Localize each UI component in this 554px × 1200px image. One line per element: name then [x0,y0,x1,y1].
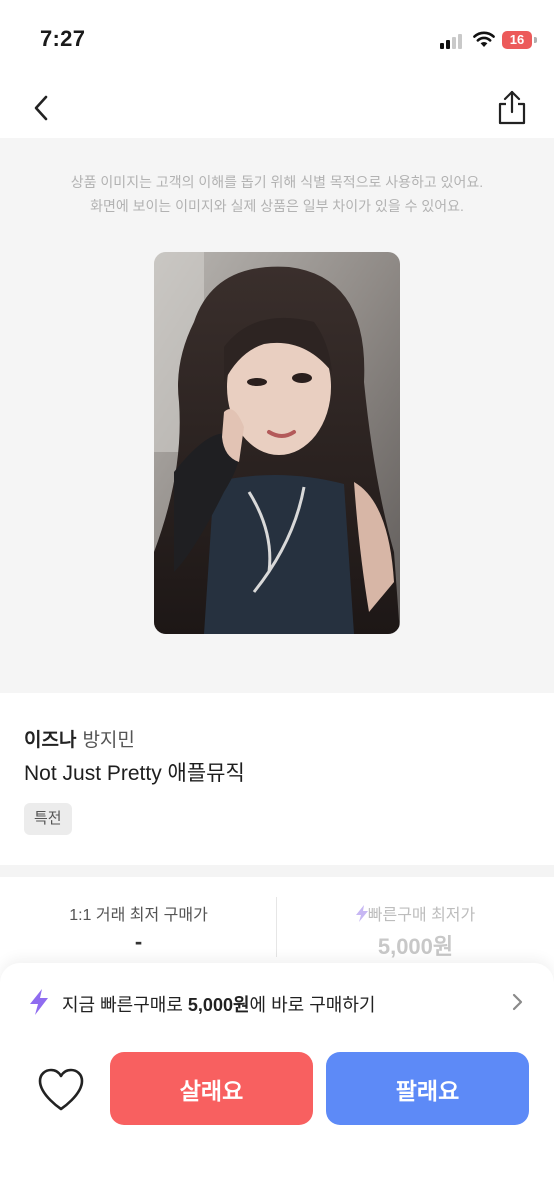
buy-button[interactable]: 살래요 [110,1052,313,1125]
status-bar: 7:27 16 [0,0,554,80]
price-summary: 1:1 거래 최저 구매가 - 빠른구매 최저가 5,000원 [0,877,554,967]
section-divider [0,865,554,877]
image-notice-line-2: 화면에 보이는 이미지와 실제 상품은 일부 차이가 있을 수 있어요. [90,198,464,214]
battery-level: 16 [509,32,525,47]
share-icon [498,90,526,125]
share-button[interactable] [494,88,530,128]
member-name: 방지민 [82,730,135,751]
heart-icon [38,1068,84,1111]
quick-price-label: 빠른구매 최저가 [367,907,476,924]
back-button[interactable] [24,90,60,126]
battery-cap [534,37,537,43]
quick-buy-amount: 5,000원 [187,995,250,1015]
bottom-action-sheet: 지금 빠른구매로 5,000원에 바로 구매하기 살래요 팔래요 [0,963,554,1200]
product-info: 이즈나 방지민 Not Just Pretty 애플뮤직 특전 [0,693,554,865]
cellular-signal-icon [440,33,466,49]
product-image-area: 상품 이미지는 고객의 이해를 돕기 위해 식별 목적으로 사용하고 있어요. … [0,138,554,693]
product-tag: 특전 [24,803,72,835]
image-notice-line-1: 상품 이미지는 고객의 이해를 돕기 위해 식별 목적으로 사용하고 있어요. [70,174,484,190]
quick-buy-banner[interactable]: 지금 빠른구매로 5,000원에 바로 구매하기 [0,977,554,1027]
direct-price-label: 1:1 거래 최저 구매가 [69,907,208,924]
battery-icon: 16 [502,31,532,49]
photocard-illustration [154,252,400,634]
status-time: 7:27 [40,26,86,51]
nav-header [0,80,554,138]
lightning-icon [30,989,48,1015]
quick-buy-prefix: 지금 빠른구매로 [62,995,188,1015]
quick-buy-text: 지금 빠른구매로 5,000원에 바로 구매하기 [62,991,375,1017]
artist-row: 이즈나 방지민 [24,725,135,752]
wishlist-button[interactable] [36,1067,86,1113]
photocard-image[interactable] [154,252,400,634]
direct-price-value: - [134,929,143,954]
group-name[interactable]: 이즈나 [24,730,76,751]
wifi-icon [473,31,495,47]
lightning-icon [355,905,368,922]
quick-buy-suffix: 에 바로 구매하기 [249,995,376,1015]
chevron-right-icon [512,993,523,1011]
image-notice: 상품 이미지는 고객의 이해를 돕기 위해 식별 목적으로 사용하고 있어요. … [0,170,554,218]
product-title: Not Just Pretty 애플뮤직 [24,762,245,785]
back-arrow-icon [34,95,48,121]
quick-price-label-row: 빠른구매 최저가 [277,901,554,925]
quick-price-value: 5,000원 [377,934,454,959]
sell-button[interactable]: 팔래요 [326,1052,529,1125]
